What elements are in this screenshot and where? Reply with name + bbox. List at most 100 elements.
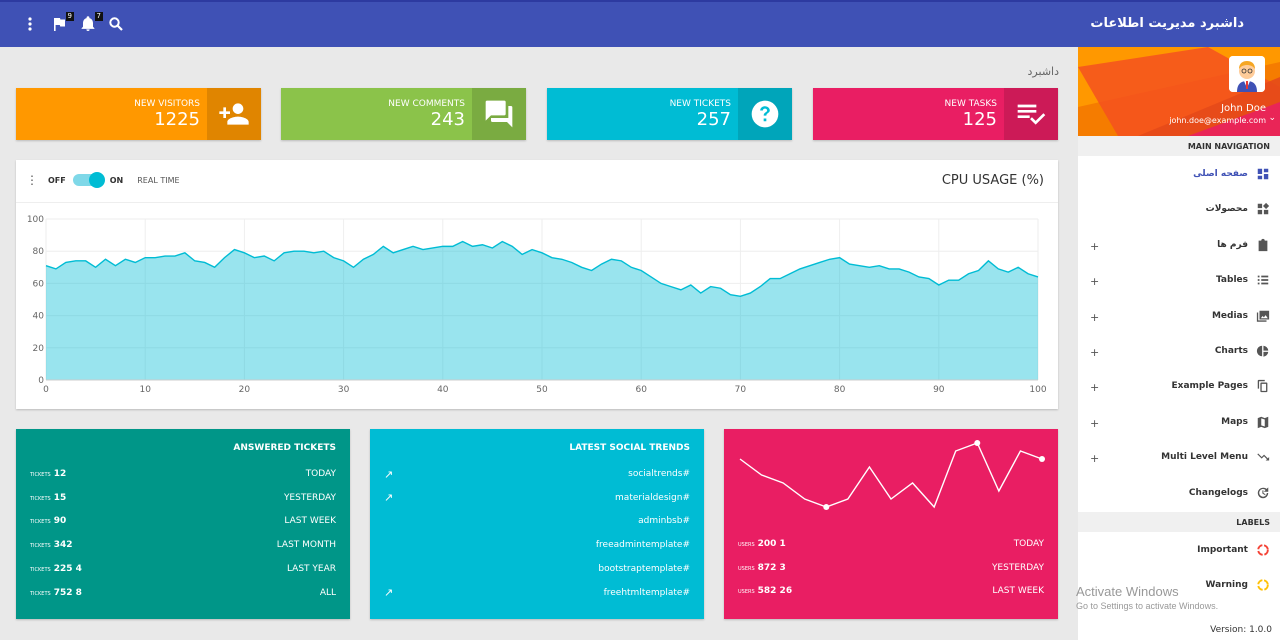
trending-up-icon: ↗ [384,491,394,505]
sidebar-item[interactable]: + Medias [1078,299,1280,334]
sidebar-item[interactable]: + فرم ها [1078,228,1280,263]
tickets-value: 15 [53,492,67,503]
pie-chart-icon [1256,344,1270,358]
sidebar-item-label: محصولات [1205,204,1248,215]
users-value: 200 1 [757,539,786,549]
trend-row[interactable]: ↗ freehtmltemplate# [384,585,690,601]
donut-large-icon [1256,578,1270,592]
tickets-value: 752 8 [53,587,82,598]
expand-plus-icon[interactable]: + [1090,452,1099,465]
trend-tag[interactable]: socialtrends# [628,469,690,479]
notifications-badge: 7 [94,12,103,21]
users-row: USERS 872 3 YESTERDAY [738,560,1044,576]
sidebar-item[interactable]: صفحه اصلی [1078,157,1280,192]
sidebar-item[interactable]: + Charts [1078,334,1280,369]
tickets-period: LAST YEAR [286,563,336,574]
search-icon[interactable] [108,16,124,32]
sidebar-item[interactable]: + Multi Level Menu [1078,440,1280,475]
tickets-unit: TICKETS [30,472,51,478]
x-tick-label: 70 [735,385,747,395]
info-box-value: 243 [430,109,465,130]
users-period: TODAY [1013,539,1044,549]
expand-plus-icon[interactable]: + [1090,240,1099,253]
realtime-label: REAL TIME [137,175,180,185]
x-tick-label: 60 [635,385,647,395]
user-menu-chevron-icon[interactable]: ⌄ [1268,113,1276,123]
flag-icon[interactable]: 9 [51,12,74,32]
users-count: USERS 872 3 [738,563,786,573]
answered-tickets-title: ANSWERED TICKETS [233,443,336,453]
tickets-row: TICKETS 342 LAST MONTH [30,537,336,553]
expand-plus-icon[interactable]: + [1090,417,1099,430]
version-text: Version: 1.0.0 [1210,625,1272,635]
more-vert-icon[interactable]: ⋮ [26,173,38,187]
x-tick-label: 0 [43,385,49,395]
tickets-value: 90 [53,516,67,527]
sidebar-item-label: Charts [1214,346,1248,356]
realtime-switch-row: ⋮ OFF ON REAL TIME [26,172,180,188]
trend-tag[interactable]: freeadmintemplate# [596,540,690,550]
expand-plus-icon[interactable]: + [1090,346,1099,359]
app-title: داشبرد مدیریت اطلاعات [1090,16,1244,31]
labels-header: LABELS [1078,512,1280,532]
expand-plus-icon[interactable]: + [1090,381,1099,394]
info-box-new-comments: NEW COMMENTS 243 [281,88,526,140]
trend-row[interactable]: ↗ socialtrends# [384,466,690,482]
avatar[interactable] [1229,56,1265,92]
users-sparkline-point [823,504,830,510]
expand-plus-icon[interactable]: + [1090,311,1099,324]
tickets-count: TICKETS 90 [30,516,66,526]
assignment-icon [1256,238,1270,252]
trend-row[interactable]: ↗ materialdesign# [384,490,690,506]
tickets-unit: TICKETS [30,590,51,597]
sidebar-item[interactable]: Changelogs [1078,476,1280,511]
info-box-new-visitors: NEW VISITORS 1225 [16,88,261,140]
tickets-unit: TICKETS [30,543,51,550]
update-icon [1256,486,1270,500]
users-unit: USERS [738,589,755,596]
y-tick-label: 80 [33,247,45,257]
users-card: USERS 200 1 TODAY USERS 872 3 YESTERDAY USERS 5… [724,429,1058,619]
tickets-unit: TICKETS [30,519,51,526]
sidebar-item[interactable]: + Example Pages [1078,369,1280,404]
tickets-count: TICKETS 12 [30,469,66,479]
trend-tag[interactable]: freehtmltemplate# [604,588,690,598]
sidebar-item-label: Example Pages [1171,381,1249,392]
switch-off-label: OFF [48,175,66,185]
expand-plus-icon[interactable]: + [1090,275,1099,288]
sidebar-item[interactable]: + Maps [1078,405,1280,440]
toggle-knob[interactable] [88,172,105,188]
realtime-toggle[interactable] [72,172,105,188]
trend-row[interactable]: freeadmintemplate# [384,537,690,553]
info-box-new-tasks: NEW TASKS 125 [813,88,1058,140]
users-sparkline-point [974,440,981,446]
tickets-period: LAST MONTH [276,540,336,551]
sidebar-item-label: صفحه اصلی [1193,169,1248,179]
sidebar-item-label: Multi Level Menu [1161,452,1248,463]
tickets-count: TICKETS 752 8 [30,588,82,598]
trend-row[interactable]: bootstraptemplate# [384,561,690,577]
cpu-usage-title: CPU USAGE (%) [941,173,1044,188]
top-navbar: 9 7 داشبرد مدیریت اطلاعات [0,0,1280,47]
sidebar-item[interactable]: + Tables [1078,263,1280,298]
users-unit: USERS [738,565,755,572]
map-icon [1256,415,1270,429]
sidebar-item[interactable]: محصولات [1078,192,1280,227]
trend-tag[interactable]: materialdesign# [615,493,690,503]
tickets-period: ALL [319,587,336,598]
sidebar-item-label: Changelogs [1188,487,1248,498]
trend-row[interactable]: adminbsb# [384,513,690,529]
users-period: YESTERDAY [991,562,1044,573]
users-sparkline [739,440,1045,510]
trending-down-icon [1256,450,1270,464]
trend-tag[interactable]: adminbsb# [638,516,690,526]
trend-tag[interactable]: bootstraptemplate# [598,564,690,574]
tickets-value: 12 [53,469,67,479]
users-value: 872 3 [757,562,786,573]
more-vert-icon[interactable] [22,16,38,32]
activate-windows-watermark: Activate Windows Go to Settings to activ… [1076,584,1218,611]
users-sparkline-line [739,442,1043,509]
notifications-icon[interactable]: 7 [80,12,103,32]
label-item[interactable]: Important [1078,533,1280,568]
tickets-count: TICKETS 342 [30,540,72,550]
